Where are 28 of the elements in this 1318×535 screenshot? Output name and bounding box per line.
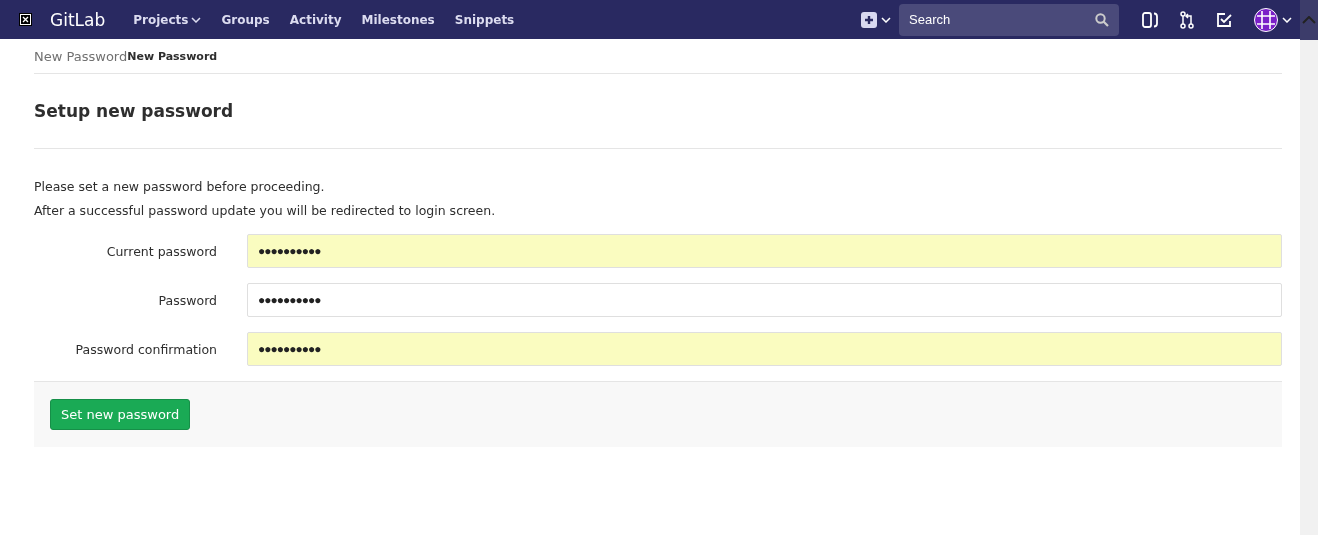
password-field[interactable]: ●●●●●●●●●● bbox=[247, 332, 1282, 366]
nav-link[interactable]: Snippets bbox=[454, 12, 515, 27]
nav-link[interactable]: Activity bbox=[289, 12, 342, 27]
brand-name[interactable]: GitLab bbox=[50, 9, 106, 30]
nav-link[interactable]: Milestones bbox=[361, 12, 435, 27]
intro-text: After a successful password update you will be redirected to login screen. bbox=[34, 202, 497, 220]
search-field[interactable]: Search bbox=[899, 3, 1119, 36]
search-icon bbox=[1095, 12, 1109, 27]
avatar-icon[interactable] bbox=[1254, 7, 1278, 32]
field-label: Current password bbox=[105, 243, 217, 259]
field-label: Password bbox=[157, 292, 217, 308]
password-field[interactable]: ●●●●●●●●●● bbox=[247, 283, 1282, 317]
field-label: Password confirmation bbox=[74, 341, 217, 357]
scrollbar[interactable] bbox=[1300, 0, 1318, 535]
password-field[interactable]: ●●●●●●●●●● bbox=[247, 234, 1282, 268]
chevron-down-icon bbox=[881, 16, 891, 23]
logo-icon[interactable] bbox=[19, 13, 32, 26]
chevron-down-icon bbox=[1282, 16, 1292, 23]
plus-icon[interactable] bbox=[861, 11, 877, 28]
merge-request-icon[interactable] bbox=[1180, 10, 1194, 29]
nav-link[interactable]: Projects bbox=[133, 12, 202, 27]
intro-text: Please set a new password before proceeding. bbox=[34, 178, 326, 196]
checkbox-icon[interactable] bbox=[1216, 11, 1232, 28]
breadcrumb-item: New Password bbox=[127, 49, 218, 63]
breadcrumb-item[interactable]: New Password bbox=[34, 48, 128, 64]
page-title: Setup new password bbox=[34, 74, 1282, 149]
nav-link[interactable]: Groups bbox=[221, 12, 270, 27]
sidebar-icon[interactable] bbox=[1142, 11, 1158, 28]
